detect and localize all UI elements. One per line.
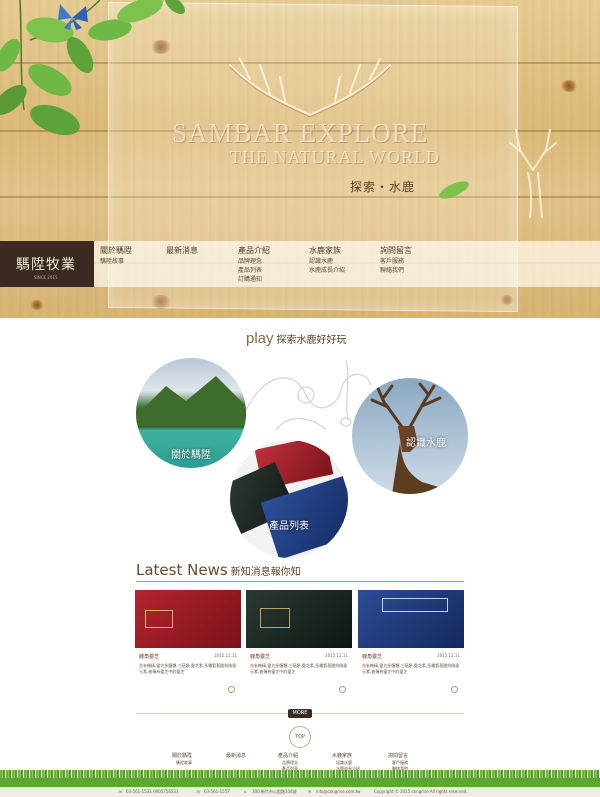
nav-sub-item[interactable]: 品牌理念	[238, 256, 270, 265]
circle-products-label: 產品列表	[269, 521, 309, 532]
nav-label[interactable]: 關於騳陞	[100, 245, 132, 256]
antlers-icon	[229, 58, 391, 118]
logo-title: 騳陞牧業	[16, 257, 76, 273]
footer-phone: 03-561-1531 0905756531	[126, 789, 179, 794]
hero-tagline: 探索・水鹿	[350, 180, 416, 194]
hero-brand-line2: THE NATURAL WORLD	[230, 147, 440, 167]
footer-col-news: 最新消息	[226, 752, 246, 760]
nav-item-contact[interactable]: 詢問留言 客戶服務 聯絡我們	[380, 245, 412, 274]
nav-label[interactable]: 水鹿家族	[309, 245, 345, 256]
mountain-icon	[136, 376, 246, 426]
footer-sub-link[interactable]: 騳陞故事	[172, 760, 192, 766]
footer-link[interactable]: 詢問留言	[388, 752, 408, 760]
news-card-meta: 鹿角靈芝 2015.12.11	[246, 653, 352, 663]
news-card-image	[358, 590, 464, 648]
circle-about[interactable]: 關於騳陞	[136, 358, 246, 468]
news-card-meta: 鹿角靈芝 2015.12.11	[135, 653, 241, 663]
footer-link[interactable]: 最新消息	[226, 752, 246, 760]
leaves-icon	[0, 0, 185, 136]
logo-subtitle: SINCE 2015	[34, 275, 58, 280]
play-title-en: play	[246, 330, 274, 347]
footer-email[interactable]: info@congrise.com.tw	[316, 789, 360, 794]
circle-deer-label: 認識水鹿	[406, 438, 446, 449]
circle-deer[interactable]: 認識水鹿	[352, 378, 468, 494]
footer-link[interactable]: 水鹿家族	[332, 752, 360, 760]
nav-item-about[interactable]: 關於騳陞 騳陞故事	[100, 245, 132, 265]
nav-item-products[interactable]: 產品介紹 品牌理念 產品列表 訂購通知	[238, 245, 270, 283]
footer-info-bar: ☏ 03-561-1531 0905756531 ☏ 03-561-1557 ⌂…	[0, 787, 600, 797]
nav-label[interactable]: 詢問留言	[380, 245, 412, 256]
logo[interactable]: 騳陞牧業 SINCE 2015	[0, 241, 94, 287]
deer-silhouette-icon	[509, 129, 557, 218]
mail-icon: ✉	[308, 789, 312, 794]
nav-item-news[interactable]: 最新消息	[166, 245, 198, 256]
label-band-icon	[382, 598, 448, 612]
read-more-icon[interactable]	[228, 686, 235, 693]
nav-sub-item[interactable]: 騳陞故事	[100, 256, 132, 265]
wood-knot	[560, 80, 578, 92]
footer-col-products: 產品介紹 品牌理念 產品列表	[278, 752, 298, 772]
play-title-zh: 探索水鹿好好玩	[276, 335, 347, 346]
footer-address: 300 新竹市公園路104號	[252, 789, 297, 794]
news-card[interactable]: 鹿角靈芝 2015.12.11 含有機精,靈芝多醣體,三萜類,靈芝素,多種氨基酸…	[135, 590, 241, 693]
news-card-desc: 含有機精,靈芝多醣體,三萜類,靈芝素,多種氨基酸與微量元素,被稱為靈芝中的靈芝	[139, 663, 237, 674]
news-card-date: 2015.12.11	[325, 653, 348, 658]
news-card-date: 2015.12.11	[437, 653, 460, 658]
nav-sub-item[interactable]: 產品列表	[238, 265, 270, 274]
nav-sub-item[interactable]: 客戶服務	[380, 256, 412, 265]
footer-col-contact: 詢問留言 客戶服務 聯絡我們	[388, 752, 408, 772]
news-title-zh: 新知消息報你知	[230, 567, 301, 578]
play-section-title: play 探索水鹿好好玩	[246, 329, 347, 347]
footer-col-deer-family: 水鹿家族 認識水鹿 水鹿成長介紹	[332, 752, 360, 772]
news-card[interactable]: 鹿角靈芝 2015.12.11 含有機精,靈芝多醣體,三萜類,靈芝素,多種氨基酸…	[358, 590, 464, 693]
news-card-image	[246, 590, 352, 648]
phone-icon: ☏	[118, 789, 124, 794]
leaf-icon	[439, 181, 469, 199]
read-more-icon[interactable]	[451, 686, 458, 693]
footer-copyright: Copyright © 2015 congrise All rights res…	[374, 789, 468, 794]
news-card-title[interactable]: 鹿角靈芝	[362, 653, 382, 660]
footer-link[interactable]: 關於騳陞	[172, 752, 192, 760]
news-card-title[interactable]: 鹿角靈芝	[250, 653, 270, 660]
gold-emblem-icon	[145, 610, 173, 628]
hero-brand-line1: SAMBAR EXPLORE	[172, 118, 429, 148]
news-card-desc: 含有機精,靈芝多醣體,三萜類,靈芝素,多種氨基酸與微量元素,被稱為靈芝中的靈芝	[362, 663, 460, 674]
nav-label[interactable]: 最新消息	[166, 245, 198, 256]
divider	[136, 581, 464, 582]
footer-link[interactable]: 產品介紹	[278, 752, 298, 760]
nav-item-deer-family[interactable]: 水鹿家族 認識水鹿 水鹿成長介紹	[309, 245, 345, 274]
footer-col-about: 關於騳陞 騳陞故事	[172, 752, 192, 766]
gold-emblem-icon	[260, 608, 290, 628]
nav-label[interactable]: 產品介紹	[238, 245, 270, 256]
news-section-title: Latest News 新知消息報你知	[136, 561, 301, 579]
news-card-meta: 鹿角靈芝 2015.12.11	[358, 653, 464, 663]
news-title-en: Latest News	[136, 561, 228, 579]
news-card-desc: 含有機精,靈芝多醣體,三萜類,靈芝素,多種氨基酸與微量元素,被稱為靈芝中的靈芝	[250, 663, 348, 674]
circle-about-label: 關於騳陞	[171, 450, 211, 461]
circle-products[interactable]: 產品列表	[230, 440, 348, 558]
grass-decoration	[0, 770, 600, 788]
news-card[interactable]: 鹿角靈芝 2015.12.11 含有機精,靈芝多醣體,三萜類,靈芝素,多種氨基酸…	[246, 590, 352, 693]
fax-icon: ☏	[196, 789, 202, 794]
news-card-image	[135, 590, 241, 648]
nav-sub-item[interactable]: 訂購通知	[238, 274, 270, 283]
nav-sub-item[interactable]: 水鹿成長介紹	[309, 265, 345, 274]
location-icon: ⌂	[244, 789, 247, 794]
news-card-title[interactable]: 鹿角靈芝	[139, 653, 159, 660]
back-to-top-button[interactable]: TOP	[289, 726, 311, 748]
news-card-date: 2015.12.11	[214, 653, 237, 658]
nav-sub-item[interactable]: 聯絡我們	[380, 265, 412, 274]
read-more-icon[interactable]	[339, 686, 346, 693]
more-button[interactable]: MORE	[288, 709, 312, 718]
footer-fax: 03-561-1557	[204, 789, 230, 794]
nav-sub-item[interactable]: 認識水鹿	[309, 256, 345, 265]
wood-knot	[30, 300, 44, 310]
